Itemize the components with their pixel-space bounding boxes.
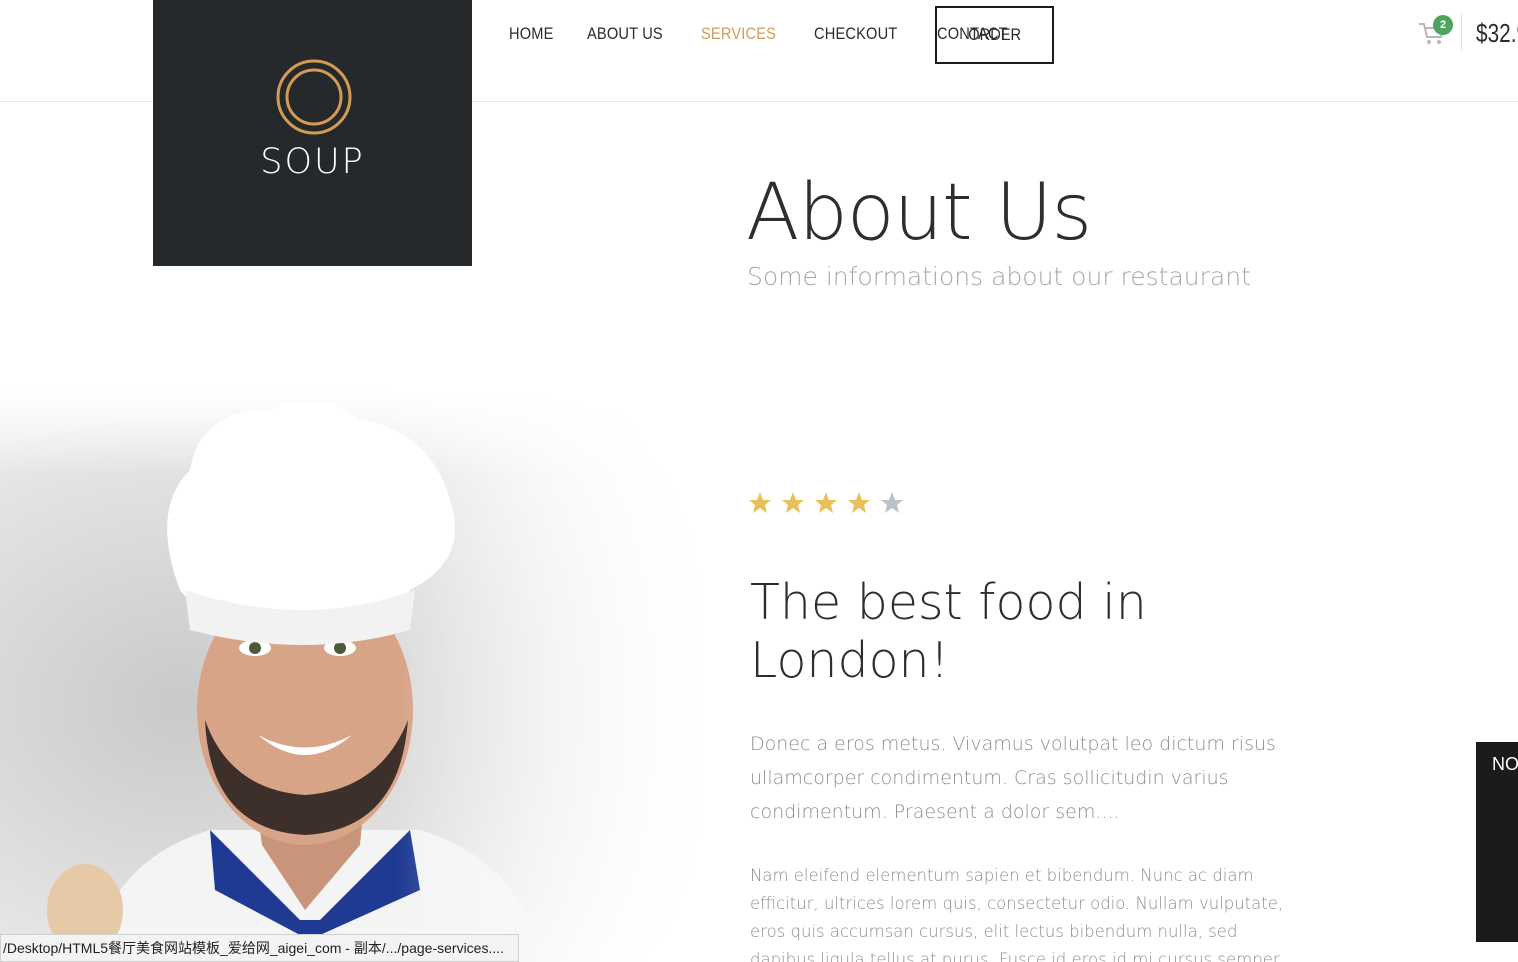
cart-divider	[1461, 14, 1462, 50]
feature-heading: The best food in London!	[750, 574, 1147, 689]
feature-lead-text: Donec a eros metus. Vivamus volutpat leo…	[750, 733, 1276, 823]
page-title: About Us	[746, 168, 1092, 258]
star-filled-icon	[749, 492, 771, 513]
browser-status-bar: /Desktop/HTML5餐厅美食网站模板_爱给网_aigei_com - 副…	[0, 934, 520, 962]
main-nav: HOME ABOUT US SERVICES CHECKOUT CONTACT	[509, 20, 1046, 48]
nav-checkout[interactable]: CHECKOUT	[814, 20, 897, 48]
nav-contact[interactable]: CONTACT	[937, 20, 1008, 48]
nav-services[interactable]: SERVICES	[701, 20, 776, 48]
cart-total[interactable]: $32.9	[1476, 18, 1518, 49]
nav-home[interactable]: HOME	[509, 20, 554, 48]
star-empty-icon	[881, 492, 903, 513]
nav-about-us[interactable]: ABOUT US	[587, 20, 663, 48]
rating-stars	[748, 491, 913, 515]
chef-photo	[0, 390, 720, 962]
side-panel-text: NO	[1492, 754, 1518, 774]
star-filled-icon	[782, 492, 804, 513]
feature-body-text: Nam eleifend elementum sapien et bibendu…	[750, 866, 1284, 962]
page-subtitle: Some informations about our restaurant	[747, 262, 1251, 291]
side-panel[interactable]: NO	[1476, 742, 1518, 942]
logo-text: SOUP	[260, 142, 365, 182]
cart-count-badge: 2	[1433, 15, 1453, 35]
star-filled-icon	[815, 492, 837, 513]
star-filled-icon	[848, 492, 870, 513]
logo-ring-icon	[276, 59, 352, 135]
